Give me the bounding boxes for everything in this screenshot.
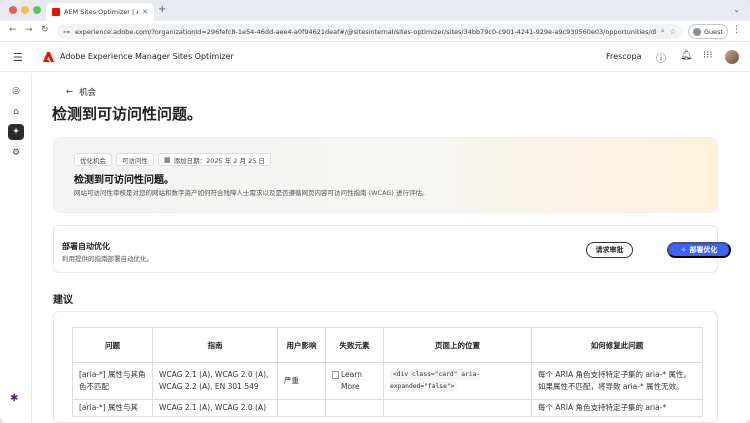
site-info-icon[interactable]: ⊶ (63, 28, 70, 36)
date-added-label: 添加日期：2025 年 2 月 25 日 (173, 156, 265, 165)
column-header: 失败元素 (325, 327, 384, 363)
forward-arrow-icon[interactable]: → (25, 25, 33, 35)
address-bar[interactable]: ⊶ experience.adobe.com/?organizationId=2… (57, 24, 682, 39)
url-text[interactable]: experience.adobe.com/?organizationId=296… (75, 28, 656, 36)
browser-window: AEM Sites Optimizer | Adob ✕ + ⌄ ← → ↻ ⊶… (0, 0, 750, 423)
date-added-badge: ▦ 添加日期：2025 年 2 月 25 日 (158, 153, 271, 166)
slack-icon[interactable]: ✱ (10, 393, 22, 405)
deploy-description: 利用提供的指南部署自动优化。 (62, 255, 153, 263)
impact-cell (277, 399, 326, 417)
summary-title: 检测到可访问性问题。 (74, 175, 174, 186)
calendar-icon: ▦ (164, 155, 171, 164)
close-window-button[interactable] (9, 6, 17, 14)
table-header-row: 问题 指南 用户影响 失败元素 页面上的位置 如何修复此问题 (72, 327, 703, 363)
tag-list: 优化机会 可访问性 ▦ 添加日期：2025 年 2 月 25 日 (74, 153, 271, 166)
org-switcher[interactable]: Frescopa (606, 52, 642, 61)
recommendations-title: 建议 (53, 295, 73, 306)
deploy-button-label: 部署优化 (689, 246, 718, 254)
column-header: 问题 (72, 327, 153, 363)
browser-tab[interactable]: AEM Sites Optimizer | Adob ✕ (46, 3, 154, 21)
guest-label: Guest (703, 27, 724, 36)
maximize-window-button[interactable] (33, 6, 41, 14)
summary-description: 网站可访问性审核是对您的网站和数字资产如何符合残障人士需求以及是否遵循网页内容可… (74, 189, 429, 197)
left-rail: ◎ ⌂ ✦ ⚙ ✱ (0, 73, 32, 423)
user-avatar[interactable] (725, 50, 739, 64)
location-code: <div class="card" aria-expanded="false"> (390, 369, 481, 392)
globe-icon[interactable]: ◎ (8, 83, 24, 99)
settings-gear-icon[interactable]: ⚙ (8, 145, 24, 161)
failing-element-cell: Learn More (325, 362, 384, 400)
search-icon[interactable]: ⌕ (661, 27, 665, 36)
recommendations-card: 问题 指南 用户影响 失败元素 页面上的位置 如何修复此问题 [aria-*] … (53, 311, 718, 423)
fix-cell: 每个 ARIA 角色支持特定子集的 aria-* (531, 399, 703, 417)
back-arrow-icon[interactable]: ← (9, 25, 17, 35)
tab-title: AEM Sites Optimizer | Adob (64, 8, 138, 16)
table-row: [aria-*] 属性与其角色不匹配 WCAG 2.1 (A), WCAG 2.… (72, 362, 703, 400)
column-header: 页面上的位置 (383, 327, 532, 363)
failing-element-text: Learn More (341, 370, 362, 391)
column-header: 用户影响 (277, 327, 326, 363)
hamburger-menu-icon[interactable]: ☰ (13, 51, 23, 64)
broken-image-icon (332, 371, 339, 379)
close-tab-icon[interactable]: ✕ (142, 8, 148, 16)
adobe-favicon-icon (52, 8, 60, 16)
request-approval-button[interactable]: 请求审批 (586, 242, 633, 258)
column-header: 如何修复此问题 (531, 327, 703, 363)
opportunities-icon[interactable]: ✦ (8, 124, 24, 140)
chevron-down-icon[interactable]: ⌄ (733, 5, 740, 14)
page-title: 检测到可访问性问题。 (52, 105, 203, 123)
bookmark-star-icon[interactable]: ☆ (670, 28, 676, 36)
issue-cell: [aria-*] 属性与其角色不匹配 (72, 362, 153, 400)
tag-accessibility: 可访问性 (116, 153, 154, 166)
opportunity-summary-card: 优化机会 可访问性 ▦ 添加日期：2025 年 2 月 25 日 检测到可访问性… (53, 137, 718, 213)
fix-cell: 每个 ARIA 角色支持特定子集的 aria-* 属性。如果属性不匹配，将导致 … (531, 362, 703, 400)
notification-bell-icon[interactable]: 🔔︎ (680, 50, 693, 61)
help-icon[interactable]: ⓘ (656, 50, 666, 65)
main-content: ← 机会 检测到可访问性问题。 优化机会 可访问性 ▦ 添加日期：2025 年 … (33, 73, 750, 423)
app-header: ☰ Adobe Experience Manager Sites Optimiz… (0, 43, 750, 72)
tag-opportunity: 优化机会 (74, 153, 112, 166)
tab-strip: AEM Sites Optimizer | Adob ✕ + ⌄ (0, 0, 750, 21)
recommendations-table: 问题 指南 用户影响 失败元素 页面上的位置 如何修复此问题 [aria-*] … (72, 327, 703, 417)
apps-grid-icon[interactable]: ⁝⁝⁝ (703, 50, 713, 61)
app-title: Adobe Experience Manager Sites Optimizer (60, 52, 234, 61)
deploy-title: 部署自动优化 (62, 242, 110, 251)
arrow-left-icon: ← (66, 87, 74, 97)
location-cell (383, 399, 532, 417)
guest-profile-button[interactable]: Guest (688, 24, 728, 39)
back-to-opportunities-link[interactable]: ← 机会 (66, 86, 96, 98)
failing-element-cell (325, 399, 384, 417)
column-header: 指南 (152, 327, 278, 363)
adobe-logo-icon (43, 52, 54, 62)
issue-cell: [aria-*] 属性与其 (72, 399, 153, 417)
reload-icon[interactable]: ↻ (41, 25, 49, 35)
guideline-cell: WCAG 2.1 (A), WCAG 2.0 (A) (152, 399, 278, 417)
sparkle-icon: ✧ (680, 246, 687, 254)
profile-icon (692, 27, 701, 36)
home-icon[interactable]: ⌂ (8, 104, 24, 120)
impact-cell: 严重 (277, 362, 326, 400)
table-row: [aria-*] 属性与其 WCAG 2.1 (A), WCAG 2.0 (A)… (72, 399, 703, 417)
minimize-window-button[interactable] (21, 6, 29, 14)
deploy-optimization-button[interactable]: ✧ 部署优化 (667, 242, 731, 258)
new-tab-icon[interactable]: + (158, 4, 166, 15)
guideline-cell: WCAG 2.1 (A), WCAG 2.0 (A), WCAG 2.2 (A)… (152, 362, 278, 400)
browser-menu-icon[interactable]: ⋮ (732, 25, 741, 35)
location-cell: <div class="card" aria-expanded="false"> (383, 362, 532, 400)
deploy-optimization-card: 部署自动优化 利用提供的指南部署自动优化。 请求审批 ✧ 部署优化 (53, 225, 731, 273)
browser-toolbar: ← → ↻ ⊶ experience.adobe.com/?organizati… (0, 21, 750, 42)
back-link-label: 机会 (79, 88, 97, 98)
